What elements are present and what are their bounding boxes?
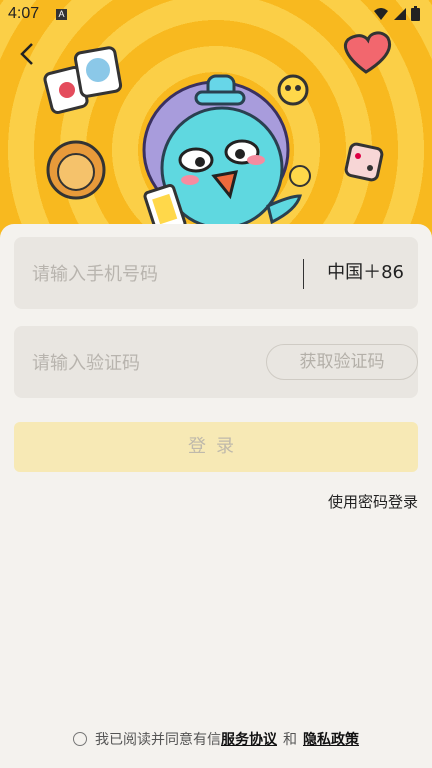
get-code-button[interactable]: 获取验证码: [266, 344, 418, 380]
phone-field: 中国＋86: [14, 237, 418, 311]
service-agreement-link[interactable]: 服务协议: [221, 729, 277, 749]
status-bar: 4:07 A: [0, 0, 432, 30]
agree-radio[interactable]: [73, 732, 87, 746]
region-code-selector[interactable]: 中国＋86: [327, 237, 404, 309]
signal-icon: [394, 7, 406, 20]
phone-input[interactable]: [30, 237, 294, 311]
hero-illustration: [0, 0, 432, 240]
notification-badge: A: [56, 9, 67, 20]
verification-code-input[interactable]: [30, 326, 254, 400]
agreement-prefix: 我已阅读并同意有信: [95, 732, 221, 748]
status-time: 4:07: [8, 5, 40, 22]
verification-code-field: 获取验证码: [14, 326, 418, 400]
system-icons: [373, 6, 420, 21]
battery-icon: [411, 6, 420, 21]
password-login-link[interactable]: 使用密码登录: [328, 491, 418, 512]
privacy-policy-link[interactable]: 隐私政策: [303, 729, 359, 749]
login-button[interactable]: 登录: [14, 422, 418, 472]
mascot-illustration: [43, 31, 391, 237]
wifi-icon: [374, 7, 388, 20]
agreement-row: 我已阅读并同意有信 服务协议 和 隐私政策: [0, 728, 432, 750]
back-arrow-icon: [20, 43, 33, 65]
back-button[interactable]: [14, 38, 42, 70]
field-divider: [303, 259, 304, 289]
agreement-conjunction: 和: [283, 732, 297, 748]
